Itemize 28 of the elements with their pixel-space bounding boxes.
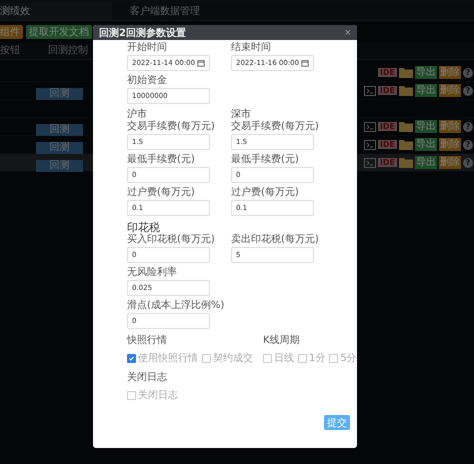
column-header: 按钮 — [0, 44, 21, 58]
column-header: 回测控制 — [48, 44, 88, 58]
checkbox-label: 5分 — [340, 352, 357, 365]
field-label: 买入印花税(每万元) — [127, 234, 216, 246]
field-label: 最低手续费(元) — [127, 154, 196, 166]
checkbox-label: 契约成交 — [213, 352, 253, 365]
field-label: 无风险利率 — [127, 267, 178, 279]
field-label: 交易手续费(每万元) — [231, 121, 320, 133]
field-label: 开始时间 — [127, 42, 168, 54]
field-label: 过户费(每万元) — [231, 187, 300, 199]
market-heading: 深市 — [231, 109, 252, 120]
field-label: 结束时间 — [231, 42, 272, 54]
option-group-label: 关闭日志 — [127, 372, 168, 384]
checkbox-label: 使用快照行情 — [138, 352, 198, 365]
checkbox-label: 日线 — [274, 352, 294, 365]
section-heading: 印花税 — [127, 221, 160, 234]
dialog-title: 回测2回测参数设置 — [99, 26, 186, 40]
field-label: 过户费(每万元) — [127, 187, 196, 199]
option-group-label: K线周期 — [263, 335, 301, 347]
field-label: 最低手续费(元) — [231, 154, 300, 166]
checkbox-label: 关闭日志 — [138, 388, 178, 402]
market-heading: 沪市 — [127, 109, 148, 120]
option-group-label: 快照行情 — [127, 335, 168, 347]
field-label: 滑点(成本上浮比例%) — [127, 300, 226, 312]
field-label: 初始资金 — [127, 75, 168, 87]
checkbox-label: 1分 — [309, 352, 326, 365]
field-label: 交易手续费(每万元) — [127, 121, 216, 133]
field-label: 卖出印花税(每万元) — [231, 234, 320, 246]
